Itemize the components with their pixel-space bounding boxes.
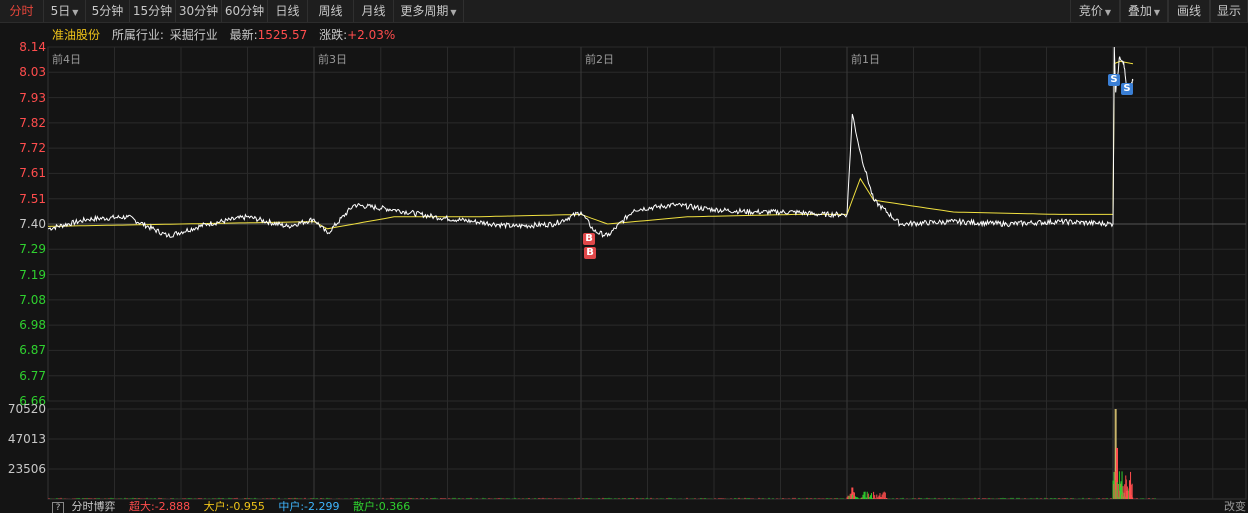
price-tick-label: 7.40 (19, 217, 46, 231)
sell-marker[interactable]: S (1121, 83, 1133, 95)
big-label: 大户:-0.955 (203, 501, 265, 513)
day-label: 前3日 (318, 53, 347, 66)
price-tick-label: 7.29 (19, 242, 46, 257)
price-tick-label: 6.87 (19, 343, 46, 358)
price-tick-label: 7.61 (19, 166, 46, 181)
volume-tick-label: 23506 (7, 462, 46, 476)
price-tick-label: 7.51 (19, 191, 46, 206)
bottom-title[interactable]: 分时博弈 (72, 501, 116, 513)
average-price-line (47, 60, 1134, 230)
help-icon[interactable]: ? (52, 502, 64, 513)
price-tick-label: 7.19 (19, 267, 46, 282)
price-tick-label: 7.08 (19, 292, 46, 307)
price-tick-label: 6.98 (19, 318, 46, 333)
price-tick-label: 6.77 (19, 368, 46, 383)
volume-tick-label: 70520 (7, 402, 46, 416)
buy-marker[interactable]: B (584, 247, 596, 259)
mid-label: 中户:-2.299 (278, 501, 340, 513)
super-label: 超大:-2.888 (129, 501, 191, 513)
price-tick-label: 7.82 (19, 115, 46, 130)
volume-tick-label: 47013 (7, 432, 46, 446)
change-link[interactable]: 改变 (1224, 501, 1246, 513)
day-label: 前1日 (851, 53, 880, 66)
price-tick-label: 8.03 (19, 65, 46, 80)
price-tick-label: 7.93 (19, 90, 46, 105)
price-tick-label: 7.72 (19, 141, 46, 156)
price-tick-label: 8.14 (19, 40, 46, 54)
price-line (47, 46, 1134, 238)
sell-marker[interactable]: S (1108, 74, 1120, 86)
day-label: 前4日 (52, 53, 81, 66)
day-label: 前2日 (585, 53, 614, 66)
bottom-bar: ? 分时博弈 超大:-2.888 大户:-0.955 中户:-2.299 散户:… (48, 501, 1248, 513)
small-label: 散户:0.366 (353, 501, 411, 513)
intraday-chart[interactable] (0, 0, 1248, 513)
buy-marker[interactable]: B (583, 233, 595, 245)
